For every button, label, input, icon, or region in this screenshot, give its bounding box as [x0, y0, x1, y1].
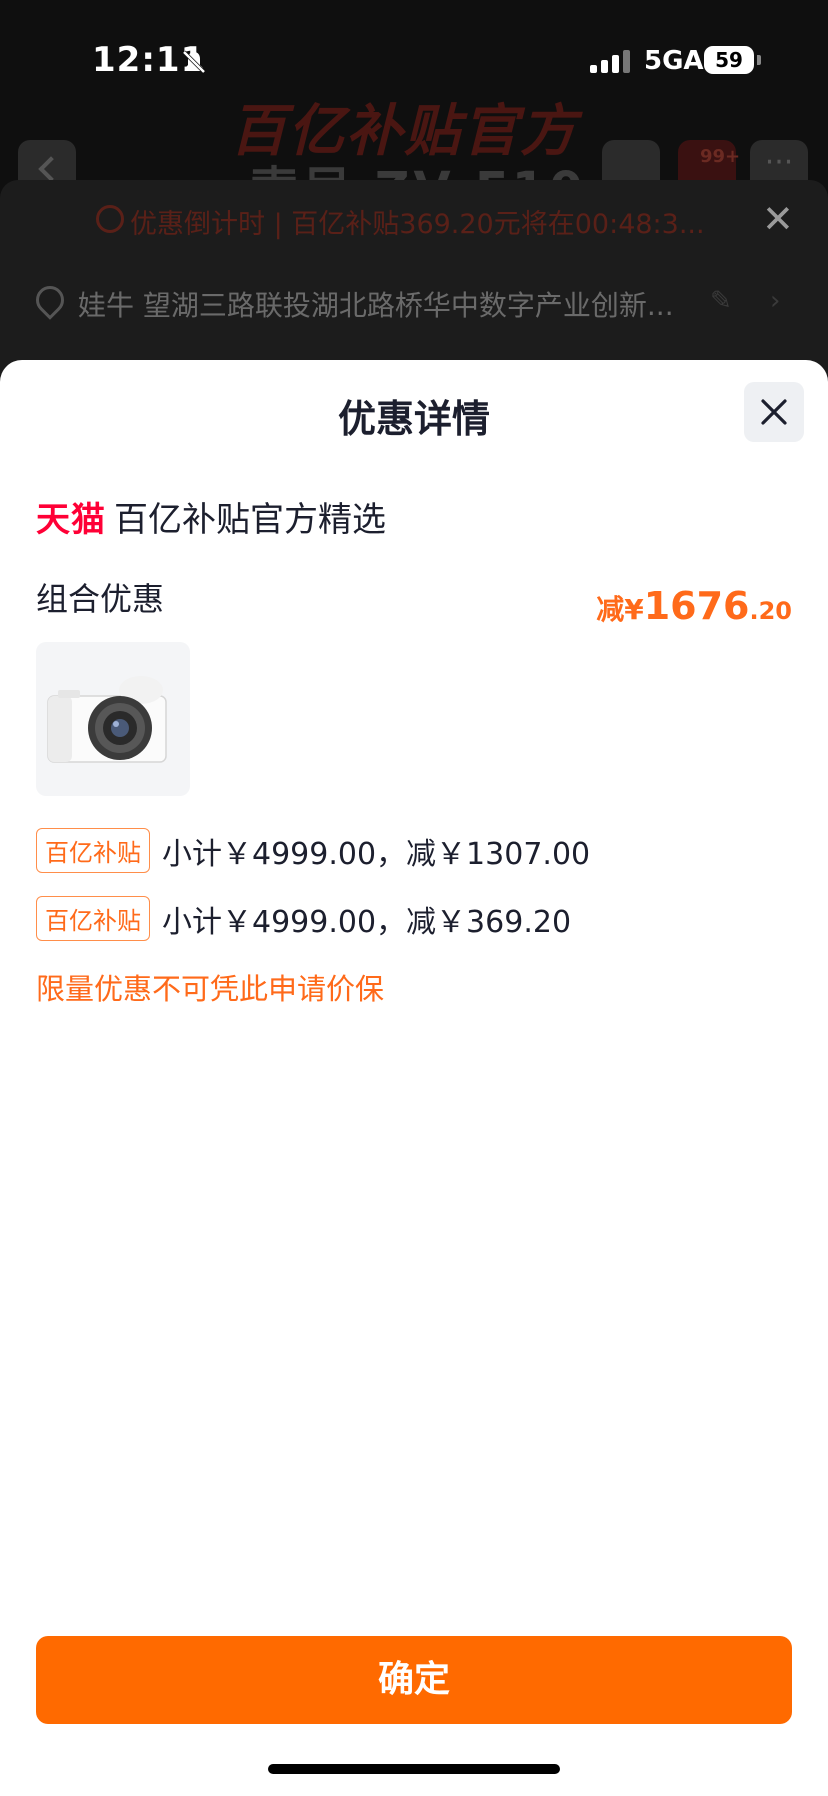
edit-icon[interactable]: ✎: [710, 286, 732, 316]
clock-icon: [96, 205, 124, 233]
network-type: 5GA: [644, 46, 704, 76]
subtotal-row: 百亿补贴 小计￥4999.00，减￥369.20: [36, 896, 571, 941]
confirm-button[interactable]: 确定: [36, 1636, 792, 1724]
home-indicator: [268, 1764, 560, 1774]
discount-details-modal: 优惠详情 天猫 百亿补贴官方精选 组合优惠 减¥1676.20 百亿补贴 小计￥…: [0, 360, 828, 1796]
mute-bell-icon: [182, 50, 206, 74]
delivery-address[interactable]: 娃牛 望湖三路联投湖北路桥华中数字产业创新...: [78, 284, 674, 324]
combo-discount-label: 组合优惠: [36, 580, 165, 618]
subsidy-tag: 百亿补贴: [36, 896, 150, 941]
camera-image: [47, 676, 167, 763]
store-row: 天猫 百亿补贴官方精选: [36, 492, 386, 541]
subtotal-row: 百亿补贴 小计￥4999.00，减￥1307.00: [36, 828, 590, 873]
close-icon: [761, 399, 787, 425]
subsidy-tag: 百亿补贴: [36, 828, 150, 873]
cart-badge: 99+: [700, 146, 741, 167]
subtotal-text: 小计￥4999.00，减￥369.20: [162, 904, 572, 940]
program-name: 百亿补贴官方精选: [114, 500, 386, 540]
modal-title: 优惠详情: [337, 397, 490, 441]
battery-icon: 59: [704, 46, 754, 74]
limit-note: 限量优惠不可凭此申请价保: [36, 972, 385, 1006]
product-thumbnail[interactable]: [36, 642, 190, 796]
close-icon[interactable]: ✕: [762, 200, 794, 238]
countdown-text: 优惠倒计时 | 百亿补贴369.20元将在00:48:3...: [130, 209, 705, 240]
discount-amount: 减¥1676.20: [596, 584, 792, 628]
modal-close-button[interactable]: [744, 382, 804, 442]
tmall-logo: 天猫: [36, 500, 106, 540]
subtotal-text: 小计￥4999.00，减￥1307.00: [162, 836, 591, 872]
chevron-right-icon[interactable]: ›: [770, 286, 780, 316]
signal-icon: [590, 50, 630, 73]
background-page: 12:11 5GA 59 百亿补贴官方 索尼 ZV-E10 99+ ··· 优惠…: [0, 0, 828, 420]
